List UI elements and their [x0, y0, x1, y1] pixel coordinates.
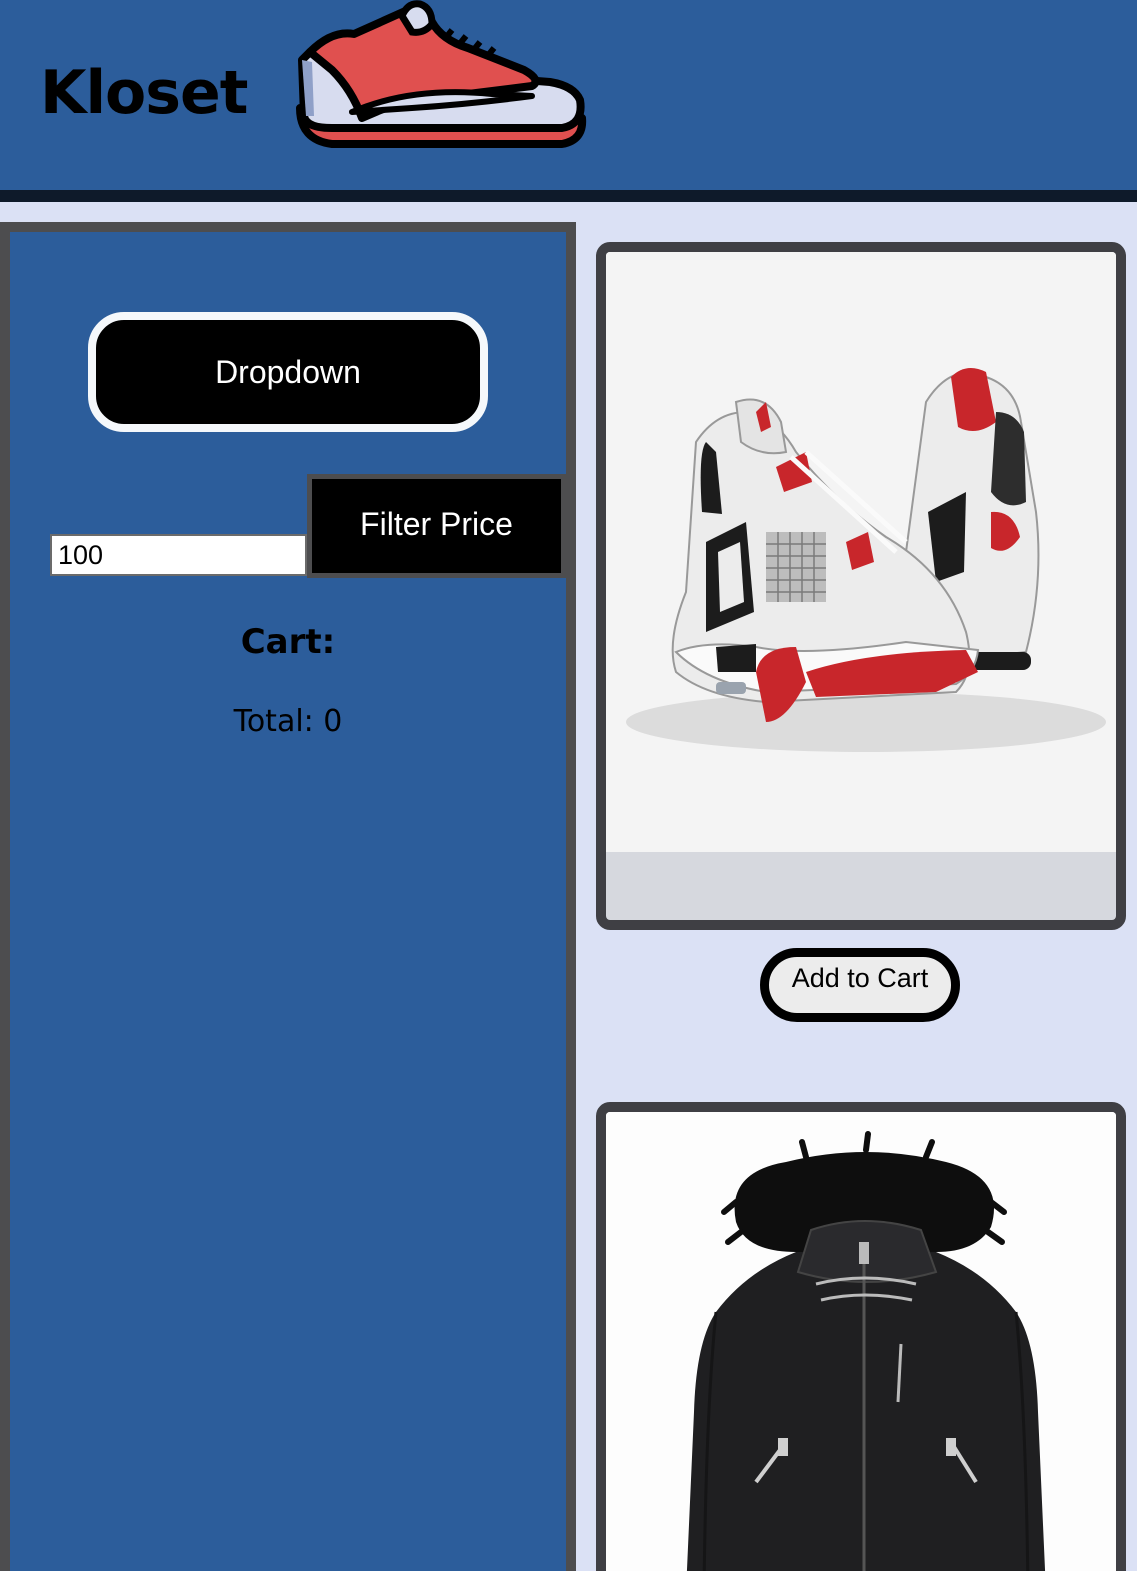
add-to-cart-button[interactable]: Add to Cart — [760, 948, 960, 1022]
price-filter-input[interactable] — [50, 534, 307, 576]
sneaker-icon — [292, 0, 588, 150]
product-card — [596, 1102, 1126, 1571]
header-divider — [0, 190, 1137, 202]
brand-name: Kloset — [40, 58, 248, 128]
dropdown-button[interactable]: Dropdown — [88, 312, 488, 432]
cart-title: Cart: — [240, 622, 336, 662]
sneaker-pair-image — [606, 252, 1116, 852]
sidebar: Dropdown Filter Price Cart: Total: 0 — [0, 222, 576, 1571]
cart-total: Total: 0 — [233, 704, 343, 739]
page: Kloset Dropdown 100 Filter Price Cart: T… — [0, 0, 1137, 1571]
jacket-image — [606, 1112, 1116, 1571]
header: Kloset — [0, 0, 1137, 190]
filter-price-button[interactable]: Filter Price — [307, 474, 566, 578]
product-card — [596, 242, 1126, 930]
